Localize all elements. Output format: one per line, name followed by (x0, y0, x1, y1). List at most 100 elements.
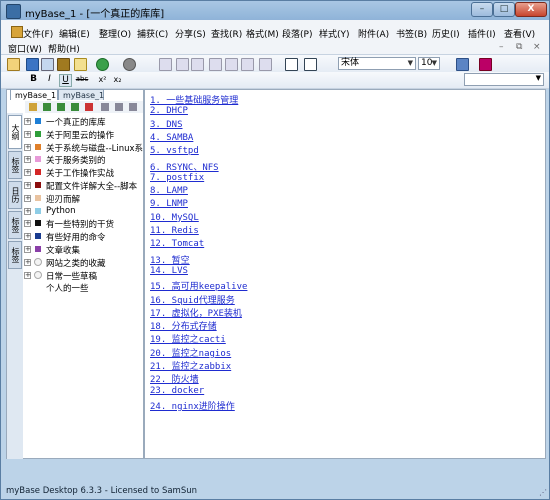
strikethrough-button[interactable]: abc (75, 74, 89, 85)
content-link[interactable]: 16. Squid代理服务 (150, 293, 235, 306)
menu-item[interactable]: 格式(M) (246, 27, 279, 40)
tree-item[interactable]: + 配置文件详解大全--脚本 (23, 179, 143, 192)
content-link[interactable]: 12. Tomcat (150, 239, 204, 249)
content-link[interactable]: 9. LNMP (150, 199, 188, 209)
menu-item[interactable]: 编辑(E) (59, 27, 90, 40)
expand-icon[interactable]: + (24, 156, 31, 164)
maximize-button[interactable]: □ (493, 2, 515, 17)
menu-item[interactable]: 书签(B) (396, 27, 427, 40)
expand-icon[interactable]: + (24, 246, 31, 253)
expand-icon[interactable]: + (24, 233, 31, 241)
document-icon[interactable] (11, 26, 23, 38)
search-input[interactable]: ▼ (464, 73, 544, 86)
bookmark-icon[interactable] (57, 58, 70, 71)
move-down-icon[interactable] (115, 103, 123, 111)
tree-item[interactable]: + 关于工作操作实战 (23, 166, 143, 179)
content-link[interactable]: 20. 监控之nagios (150, 346, 231, 359)
expand-icon[interactable]: + (24, 182, 31, 189)
text-color-icon[interactable] (479, 58, 492, 71)
edit-icon[interactable] (159, 58, 172, 71)
content-link[interactable]: 23. docker (150, 386, 204, 396)
open-icon[interactable] (7, 58, 20, 71)
note-icon[interactable] (74, 58, 87, 71)
superscript-button[interactable]: x² (97, 74, 108, 85)
side-tab-more[interactable]: 标签 (8, 241, 22, 269)
menu-item[interactable]: 段落(P) (282, 27, 312, 40)
tree-item[interactable]: + Python (23, 205, 143, 218)
content-link[interactable]: 19. 监控之cacti (150, 332, 226, 345)
subscript-button[interactable]: x₂ (112, 74, 123, 85)
paste-icon[interactable] (225, 58, 238, 71)
menu-item[interactable]: 查找(R) (211, 27, 242, 40)
title-bar[interactable]: myBase_1 - [一个真正的库库] – □ X (1, 1, 549, 20)
content-link[interactable]: 5. vsftpd (150, 146, 199, 156)
content-link[interactable]: 18. 分布式存储 (150, 319, 217, 332)
view-toggle-icon[interactable] (285, 58, 298, 71)
content-link[interactable]: 6. RSYNC、NFS (150, 160, 219, 173)
new-child-icon[interactable] (43, 103, 51, 111)
menu-item[interactable]: 插件(I) (468, 27, 496, 40)
highlight-icon[interactable] (456, 58, 469, 71)
tree-item[interactable]: + 一个真正的库库 (23, 115, 143, 128)
menu-item[interactable]: 整理(O) (99, 27, 131, 40)
menu-item[interactable]: 查看(V) (504, 27, 535, 40)
tree-item[interactable]: + 关于服务类别的 (23, 153, 143, 166)
tree-item[interactable]: + 有一些特别的干货 (23, 217, 143, 230)
clipboard-icon[interactable] (241, 58, 254, 71)
undo-icon[interactable] (176, 58, 189, 71)
new-sibling-icon[interactable] (57, 103, 65, 111)
cut-icon[interactable] (209, 58, 222, 71)
expand-icon[interactable]: + (24, 258, 31, 266)
expand-icon[interactable]: + (24, 169, 31, 177)
delete-icon[interactable] (85, 103, 93, 111)
back-icon[interactable] (96, 58, 109, 71)
content-link[interactable]: 17. 虚拟化，PXE装机 (150, 306, 242, 319)
tree-item[interactable]: 个人的一些 (23, 281, 143, 294)
app-icon[interactable] (6, 4, 21, 19)
expand-icon[interactable]: + (24, 130, 31, 138)
content-link[interactable]: 21. 监控之zabbix (150, 359, 231, 372)
underline-button[interactable]: U (59, 74, 72, 87)
content-link[interactable]: 24. nginx进阶操作 (150, 399, 235, 412)
tree-item[interactable]: + 有些好用的命令 (23, 230, 143, 243)
content-link[interactable]: 8. LAMP (150, 186, 188, 196)
content-link[interactable]: 15. 高可用keepalive (150, 279, 247, 292)
expand-icon[interactable]: + (24, 118, 31, 125)
forward-icon[interactable] (123, 58, 136, 71)
copy-icon[interactable] (41, 58, 54, 71)
tab-database-1[interactable]: myBase_1 (10, 89, 58, 100)
content-link[interactable]: 13. 暂空 (150, 253, 190, 266)
new-item-icon[interactable] (29, 103, 37, 111)
menu-item[interactable]: 样式(Y) (319, 27, 350, 40)
menu-item[interactable]: 捕获(C) (137, 27, 168, 40)
italic-button[interactable]: I (44, 74, 55, 85)
close-button[interactable]: X (515, 2, 547, 17)
content-link[interactable]: 3. DNS (150, 120, 183, 130)
menu-item[interactable]: 文件(F) (23, 27, 53, 40)
tree-item[interactable]: + 网站之类的收藏 (23, 256, 143, 269)
font-size-select[interactable]: 10 ▼ (418, 57, 440, 70)
move-left-icon[interactable] (129, 103, 137, 111)
content-link[interactable]: 4. SAMBA (150, 133, 193, 143)
tree-item[interactable]: + 日常一些草稿 (23, 269, 143, 282)
mdi-minimize-button[interactable]: – (499, 42, 504, 52)
content-link[interactable]: 11. Redis (150, 226, 199, 236)
side-tab-outline[interactable]: 大纲 (8, 115, 22, 149)
tree-item[interactable]: + 文章收集 (23, 243, 143, 256)
font-name-select[interactable]: 宋体 ▼ (338, 57, 416, 70)
expand-icon[interactable]: + (24, 194, 31, 202)
expand-icon[interactable]: + (24, 143, 31, 151)
mdi-restore-button[interactable]: ⧉ (516, 42, 522, 52)
expand-icon[interactable]: + (24, 220, 31, 228)
menu-item[interactable]: 历史(I) (432, 27, 460, 40)
content-link[interactable]: 14. LVS (150, 266, 188, 276)
add-icon[interactable] (71, 103, 79, 111)
expand-icon[interactable]: + (24, 207, 31, 215)
eraser-icon[interactable] (259, 58, 272, 71)
side-tab-labels[interactable]: 标签 (8, 151, 22, 179)
bold-button[interactable]: B (28, 74, 39, 85)
resize-grip-icon[interactable]: ⋰ (539, 488, 547, 497)
content-link[interactable]: 1. 一些基础服务管理 (150, 93, 238, 106)
tab-database-2[interactable]: myBase_1 (58, 89, 104, 100)
tree-item[interactable]: + 迎刃而解 (23, 192, 143, 205)
